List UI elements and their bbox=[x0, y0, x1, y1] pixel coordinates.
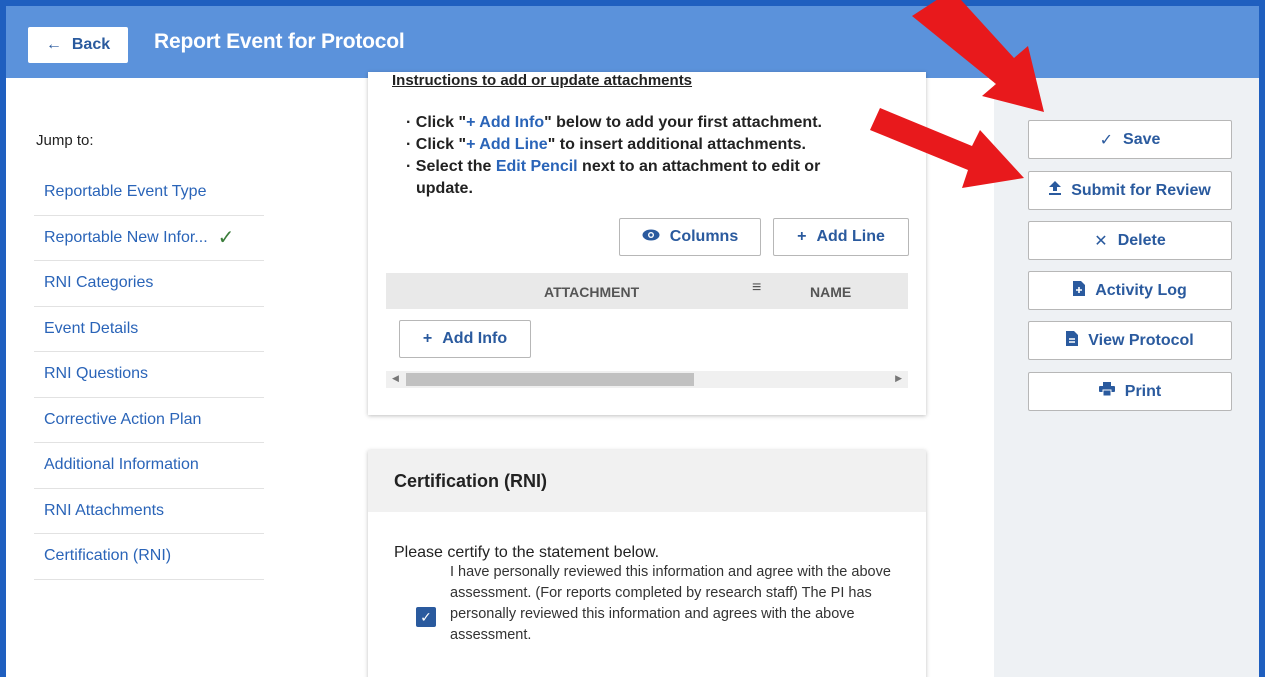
jump-to-nav: Jump to: Reportable Event Type Reportabl… bbox=[6, 78, 364, 677]
nav-item-label: RNI Questions bbox=[44, 365, 149, 383]
nav-item-label: Reportable New Infor... bbox=[44, 228, 208, 246]
nav-item-corrective-action-plan[interactable]: Corrective Action Plan bbox=[34, 398, 264, 443]
attachments-table-header: ATTACHMENT ≡ NAME bbox=[386, 273, 908, 309]
instructions-list: · Click "+ Add Info" below to add your f… bbox=[406, 112, 876, 200]
eye-icon bbox=[642, 228, 660, 246]
nav-item-reportable-event-type[interactable]: Reportable Event Type bbox=[34, 170, 264, 216]
attachments-card: Instructions to add or update attachment… bbox=[368, 72, 926, 415]
activity-log-button[interactable]: Activity Log bbox=[1028, 271, 1232, 310]
view-protocol-button-label: View Protocol bbox=[1088, 331, 1194, 349]
nav-item-label: RNI Attachments bbox=[44, 501, 165, 519]
actions-sidebar: ✓ Save Submit for Review ✕ Delete Activi… bbox=[994, 78, 1259, 677]
plus-icon: + bbox=[797, 228, 807, 245]
certify-checkbox[interactable]: ✓ bbox=[416, 607, 436, 627]
activity-log-button-label: Activity Log bbox=[1095, 281, 1187, 299]
scroll-left-icon[interactable]: ◀ bbox=[392, 373, 399, 384]
nav-item-additional-information[interactable]: Additional Information bbox=[34, 443, 264, 489]
nav-item-label: Additional Information bbox=[44, 456, 199, 474]
add-info-button[interactable]: + Add Info bbox=[399, 320, 531, 358]
checkmark-icon: ✓ bbox=[1099, 131, 1114, 149]
columns-button-label: Columns bbox=[669, 228, 739, 245]
nav-item-rni-attachments[interactable]: RNI Attachments bbox=[34, 489, 264, 534]
nav-list: Reportable Event Type Reportable New Inf… bbox=[34, 170, 264, 580]
instruction-text: " below to add your first attachment. bbox=[544, 114, 822, 131]
checkmark-icon: ✓ bbox=[217, 227, 235, 250]
column-header-attachment[interactable]: ATTACHMENT bbox=[544, 284, 639, 300]
view-protocol-button[interactable]: View Protocol bbox=[1028, 321, 1232, 360]
certification-title: Certification (RNI) bbox=[368, 450, 926, 512]
back-button-label: Back bbox=[71, 36, 111, 53]
submit-for-review-button[interactable]: Submit for Review bbox=[1028, 171, 1232, 210]
instruction-text: Click " bbox=[415, 114, 467, 131]
nav-item-rni-categories[interactable]: RNI Categories bbox=[34, 261, 264, 307]
columns-button[interactable]: Columns bbox=[619, 218, 761, 256]
certify-statement: I have personally reviewed this informat… bbox=[450, 564, 891, 643]
certification-card: Certification (RNI) Please certify to th… bbox=[368, 450, 926, 677]
plus-icon: + bbox=[422, 330, 433, 347]
save-button[interactable]: ✓ Save bbox=[1028, 120, 1232, 159]
delete-button-label: Delete bbox=[1117, 231, 1166, 249]
arrow-left-icon: ← bbox=[45, 36, 62, 53]
instruction-text: Click " bbox=[415, 136, 467, 153]
instruction-item: · Click "+ Add Info" below to add your f… bbox=[406, 114, 822, 131]
add-info-button-label: Add Info bbox=[442, 330, 508, 347]
print-button-label: Print bbox=[1124, 382, 1162, 400]
nav-item-reportable-new-information[interactable]: Reportable New Infor... ✓ bbox=[34, 216, 264, 261]
print-button[interactable]: Print bbox=[1028, 372, 1232, 411]
nav-item-event-details[interactable]: Event Details bbox=[34, 307, 264, 352]
instruction-item: · Click "+ Add Line" to insert additiona… bbox=[406, 136, 806, 153]
scroll-right-icon[interactable]: ▶ bbox=[895, 373, 902, 384]
add-line-button[interactable]: + Add Line bbox=[773, 218, 909, 256]
document-icon bbox=[1066, 330, 1079, 351]
printer-icon bbox=[1098, 382, 1115, 401]
back-button[interactable]: ← Back bbox=[28, 27, 128, 63]
save-button-label: Save bbox=[1123, 130, 1161, 148]
instruction-link: Edit Pencil bbox=[495, 158, 578, 175]
nav-item-label: Certification (RNI) bbox=[44, 547, 172, 565]
main-content: Instructions to add or update attachment… bbox=[364, 72, 994, 677]
certify-prompt: Please certify to the statement below. bbox=[394, 544, 660, 561]
close-icon: ✕ bbox=[1094, 232, 1108, 250]
page-header: ← Back Report Event for Protocol bbox=[6, 6, 1259, 78]
nav-item-label: Corrective Action Plan bbox=[44, 410, 202, 428]
instruction-link: + Add Line bbox=[466, 136, 548, 153]
submit-button-label: Submit for Review bbox=[1071, 181, 1211, 199]
instructions-title: Instructions to add or update attachment… bbox=[392, 72, 693, 89]
instruction-item: · Select the Edit Pencil next to an atta… bbox=[406, 158, 821, 197]
document-icon bbox=[1073, 280, 1086, 301]
column-header-name[interactable]: NAME bbox=[810, 284, 851, 300]
instruction-link: + Add Info bbox=[466, 114, 545, 131]
nav-item-rni-questions[interactable]: RNI Questions bbox=[34, 352, 264, 398]
jump-to-label: Jump to: bbox=[36, 132, 94, 149]
horizontal-scrollbar[interactable]: ◀ ▶ bbox=[386, 371, 908, 388]
upload-icon bbox=[1049, 181, 1062, 200]
instruction-text: " to insert additional attachments. bbox=[547, 136, 806, 153]
instruction-text: Select the bbox=[415, 158, 496, 175]
page-title: Report Event for Protocol bbox=[154, 30, 405, 53]
delete-button[interactable]: ✕ Delete bbox=[1028, 221, 1232, 260]
nav-item-certification[interactable]: Certification (RNI) bbox=[34, 534, 264, 580]
add-line-button-label: Add Line bbox=[816, 228, 885, 245]
nav-item-label: RNI Categories bbox=[44, 274, 154, 292]
filter-icon[interactable]: ≡ bbox=[752, 279, 761, 297]
nav-item-label: Reportable Event Type bbox=[44, 183, 207, 201]
nav-item-label: Event Details bbox=[44, 319, 139, 337]
scrollbar-thumb[interactable] bbox=[406, 373, 694, 386]
